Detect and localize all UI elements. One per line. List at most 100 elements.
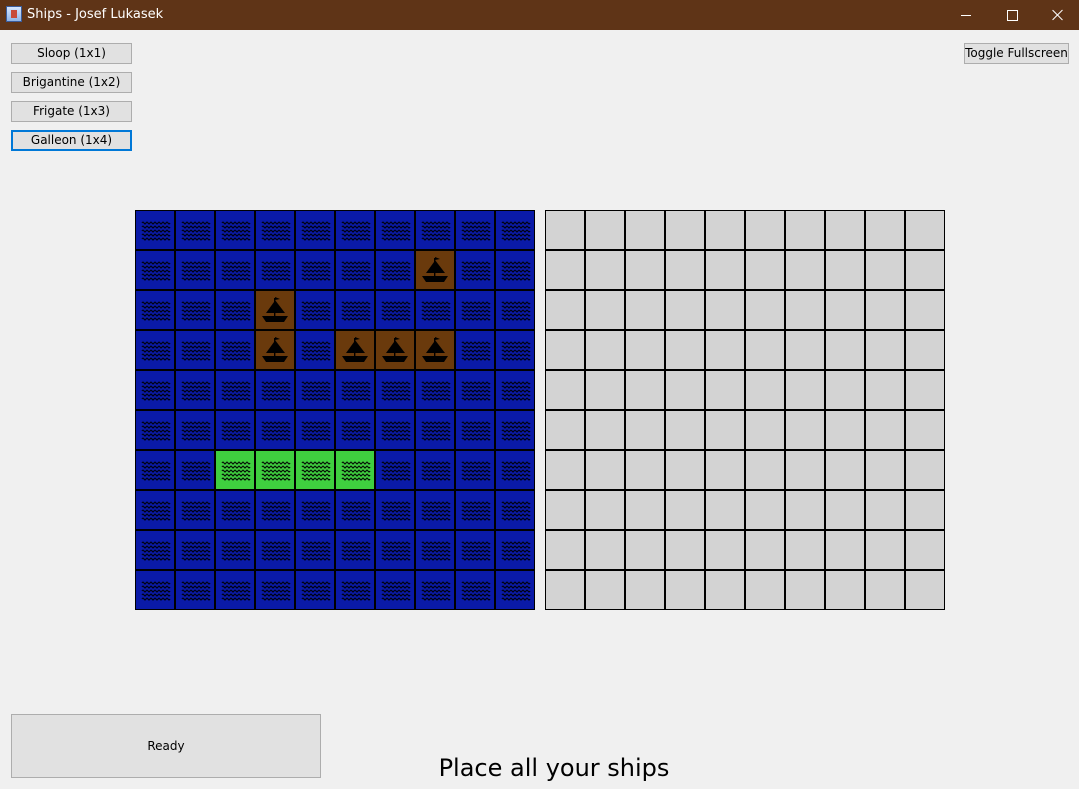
enemy-unknown-cell[interactable]	[785, 370, 825, 410]
player-water-cell[interactable]	[495, 530, 535, 570]
enemy-unknown-cell[interactable]	[905, 290, 945, 330]
player-water-cell[interactable]	[495, 570, 535, 610]
player-water-cell[interactable]	[135, 530, 175, 570]
enemy-unknown-cell[interactable]	[705, 250, 745, 290]
enemy-unknown-cell[interactable]	[905, 330, 945, 370]
player-water-cell[interactable]	[335, 290, 375, 330]
enemy-unknown-cell[interactable]	[625, 250, 665, 290]
enemy-unknown-cell[interactable]	[745, 410, 785, 450]
enemy-unknown-cell[interactable]	[865, 410, 905, 450]
player-water-cell[interactable]	[375, 290, 415, 330]
player-water-cell[interactable]	[135, 490, 175, 530]
player-water-cell[interactable]	[175, 450, 215, 490]
player-water-cell[interactable]	[295, 370, 335, 410]
maximize-button[interactable]	[989, 0, 1035, 30]
enemy-unknown-cell[interactable]	[625, 290, 665, 330]
player-water-cell[interactable]	[455, 250, 495, 290]
enemy-unknown-cell[interactable]	[745, 530, 785, 570]
enemy-unknown-cell[interactable]	[585, 210, 625, 250]
player-water-cell[interactable]	[295, 290, 335, 330]
enemy-unknown-cell[interactable]	[825, 330, 865, 370]
enemy-unknown-cell[interactable]	[625, 370, 665, 410]
player-water-cell[interactable]	[175, 410, 215, 450]
enemy-unknown-cell[interactable]	[545, 450, 585, 490]
player-ship-cell[interactable]	[375, 330, 415, 370]
player-water-cell[interactable]	[135, 210, 175, 250]
player-water-cell[interactable]	[215, 210, 255, 250]
player-water-cell[interactable]	[215, 410, 255, 450]
enemy-unknown-cell[interactable]	[545, 490, 585, 530]
player-water-cell[interactable]	[135, 290, 175, 330]
close-button[interactable]	[1035, 0, 1079, 30]
enemy-unknown-cell[interactable]	[705, 370, 745, 410]
enemy-unknown-cell[interactable]	[625, 570, 665, 610]
player-water-cell[interactable]	[255, 210, 295, 250]
enemy-unknown-cell[interactable]	[745, 450, 785, 490]
enemy-unknown-cell[interactable]	[905, 370, 945, 410]
player-water-cell[interactable]	[175, 530, 215, 570]
player-water-cell[interactable]	[215, 530, 255, 570]
player-water-cell[interactable]	[215, 490, 255, 530]
enemy-unknown-cell[interactable]	[665, 250, 705, 290]
enemy-unknown-cell[interactable]	[545, 410, 585, 450]
player-water-cell[interactable]	[335, 250, 375, 290]
enemy-unknown-cell[interactable]	[665, 530, 705, 570]
player-water-cell[interactable]	[415, 450, 455, 490]
enemy-unknown-cell[interactable]	[905, 450, 945, 490]
player-water-cell[interactable]	[415, 530, 455, 570]
enemy-unknown-cell[interactable]	[865, 530, 905, 570]
player-water-cell[interactable]	[215, 570, 255, 610]
player-ship-cell[interactable]	[255, 290, 295, 330]
player-water-cell[interactable]	[135, 370, 175, 410]
enemy-unknown-cell[interactable]	[625, 490, 665, 530]
player-water-cell[interactable]	[175, 250, 215, 290]
enemy-unknown-cell[interactable]	[705, 490, 745, 530]
enemy-unknown-cell[interactable]	[785, 250, 825, 290]
enemy-unknown-cell[interactable]	[905, 210, 945, 250]
player-water-cell[interactable]	[255, 250, 295, 290]
enemy-unknown-cell[interactable]	[745, 250, 785, 290]
player-water-cell[interactable]	[415, 370, 455, 410]
enemy-unknown-cell[interactable]	[745, 490, 785, 530]
player-water-cell[interactable]	[255, 410, 295, 450]
player-water-cell[interactable]	[255, 490, 295, 530]
enemy-unknown-cell[interactable]	[705, 450, 745, 490]
player-water-cell[interactable]	[335, 570, 375, 610]
enemy-unknown-cell[interactable]	[665, 570, 705, 610]
player-water-cell[interactable]	[215, 290, 255, 330]
player-water-cell[interactable]	[495, 490, 535, 530]
enemy-unknown-cell[interactable]	[785, 530, 825, 570]
player-water-cell[interactable]	[295, 250, 335, 290]
enemy-unknown-cell[interactable]	[705, 210, 745, 250]
enemy-unknown-cell[interactable]	[785, 330, 825, 370]
player-water-cell[interactable]	[415, 290, 455, 330]
enemy-unknown-cell[interactable]	[665, 290, 705, 330]
player-water-cell[interactable]	[295, 410, 335, 450]
player-water-cell[interactable]	[455, 290, 495, 330]
enemy-unknown-cell[interactable]	[665, 370, 705, 410]
enemy-unknown-cell[interactable]	[825, 210, 865, 250]
enemy-unknown-cell[interactable]	[545, 530, 585, 570]
player-water-cell[interactable]	[455, 530, 495, 570]
player-water-cell[interactable]	[215, 330, 255, 370]
player-water-cell[interactable]	[295, 570, 335, 610]
enemy-unknown-cell[interactable]	[825, 290, 865, 330]
player-placement-preview-cell[interactable]	[295, 450, 335, 490]
enemy-unknown-cell[interactable]	[905, 530, 945, 570]
enemy-unknown-cell[interactable]	[825, 370, 865, 410]
enemy-unknown-cell[interactable]	[905, 410, 945, 450]
player-water-cell[interactable]	[455, 330, 495, 370]
enemy-unknown-cell[interactable]	[745, 570, 785, 610]
enemy-unknown-cell[interactable]	[545, 250, 585, 290]
player-water-cell[interactable]	[375, 370, 415, 410]
enemy-unknown-cell[interactable]	[745, 330, 785, 370]
player-water-cell[interactable]	[415, 570, 455, 610]
player-water-cell[interactable]	[375, 530, 415, 570]
enemy-unknown-cell[interactable]	[545, 570, 585, 610]
player-water-cell[interactable]	[175, 490, 215, 530]
player-water-cell[interactable]	[255, 530, 295, 570]
galleon-button[interactable]: Galleon (1x4)	[11, 130, 132, 151]
enemy-unknown-cell[interactable]	[865, 290, 905, 330]
player-water-cell[interactable]	[135, 450, 175, 490]
enemy-unknown-cell[interactable]	[865, 250, 905, 290]
